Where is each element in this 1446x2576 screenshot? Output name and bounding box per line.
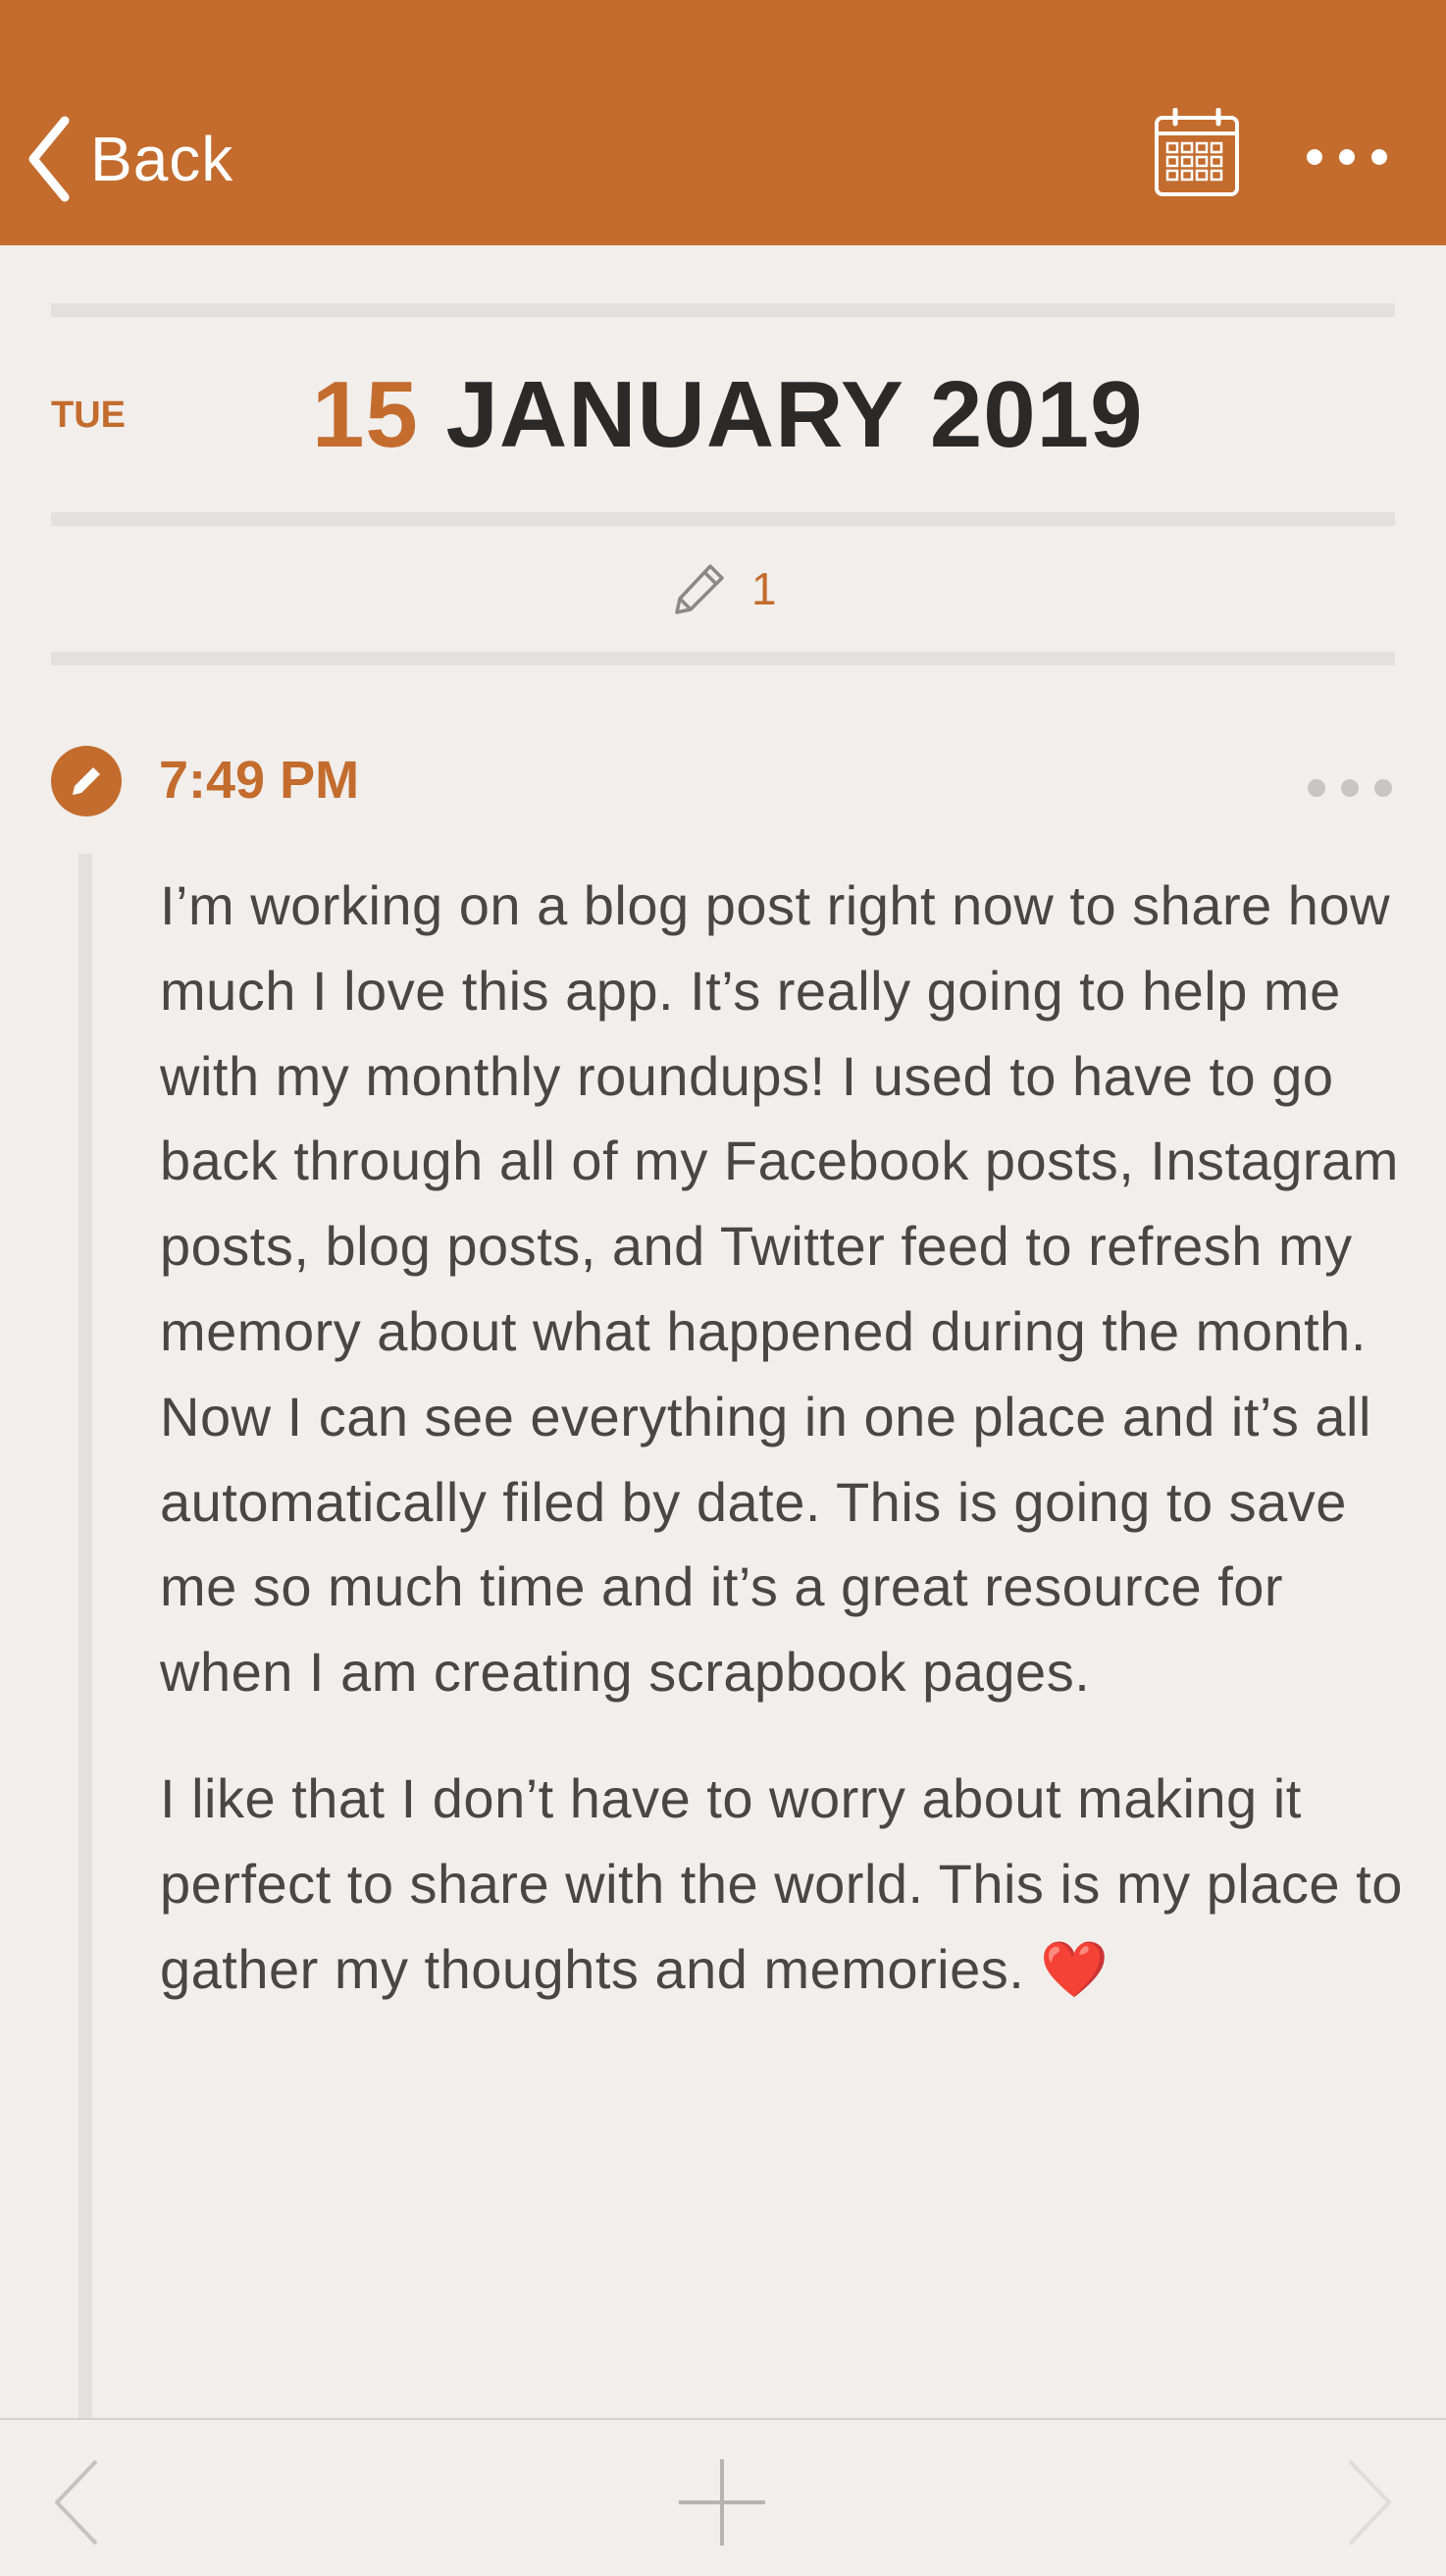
top-navigation-bar: Back [0,0,1446,245]
weekday-label: TUE [51,394,126,436]
pencil-icon [675,564,724,614]
entry-body[interactable]: I’m working on a blog post right now to … [160,864,1416,2012]
pencil-icon [73,767,100,795]
entry-paragraph: I like that I don’t have to worry about … [160,1766,1403,2000]
entry-type-badge [51,746,122,816]
date-number: 15 [312,362,419,467]
entry-time: 7:49 PM [159,751,360,810]
heart-emoji: ❤️ [1040,1937,1110,2000]
next-day-icon[interactable] [1342,2455,1397,2550]
more-options-icon[interactable] [1303,137,1391,177]
back-label: Back [90,124,234,194]
entry-paragraph-last: I like that I don’t have to worry about … [160,1757,1416,2012]
date-month-year: JANUARY 2019 [445,362,1144,467]
date-title: 15 JANUARY 2019 [312,361,1143,469]
journal-day-screen: Back TUE 15 JANUARY 2019 1 7:49 PM I’m w… [0,0,1446,2576]
entry-paragraph: I’m working on a blog post right now to … [160,874,1399,1704]
chevron-left-icon [28,116,70,202]
entry-count[interactable]: 1 [671,559,777,618]
back-button[interactable]: Back [26,110,233,208]
calendar-icon[interactable] [1154,108,1240,198]
previous-day-icon[interactable] [49,2455,104,2550]
entry-count-number: 1 [751,563,777,614]
add-entry-icon[interactable] [677,2457,767,2548]
divider [51,303,1395,317]
entry-timeline-line [78,854,92,2419]
divider [51,512,1395,526]
divider [51,652,1395,665]
entry-more-icon[interactable] [1305,773,1395,803]
